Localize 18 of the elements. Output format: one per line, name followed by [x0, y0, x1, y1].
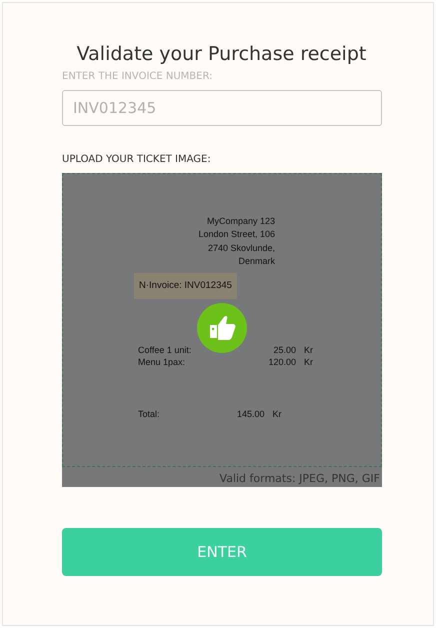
receipt-invoice-number: N·Invoice: INV012345 [134, 272, 237, 300]
upload-area[interactable]: MyCompany 123 London Street, 106 2740 Skovlunde, Denmark N·Invoice: INV012345 Coffee 1 unit: 25.00 Kr Menu 1pax: 120.00 Kr Total: 145.00 Kr Valid formats: JPEG, PNG, GIF [62, 172, 382, 487]
receipt-address: MyCompany 123 London Street, 106 2740 Skovlunde, Denmark [198, 214, 275, 268]
total-label: Total: [138, 408, 161, 421]
item-currency: Kr [303, 344, 314, 356]
form-title: Validate your Purchase receipt [76, 43, 368, 66]
item-name: Menu 1pax: [138, 356, 186, 368]
invoice-label: ENTER THE INVOICE NUMBER: [62, 70, 214, 84]
total-currency: Kr [272, 408, 282, 421]
upload-label: UPLOAD YOUR TICKET IMAGE: [62, 152, 212, 167]
item-name: Coffee 1 unit: [138, 344, 192, 356]
thumbs-up-icon [197, 302, 247, 353]
item-amount: 25.00 [272, 344, 296, 356]
formats-hint: Valid formats: JPEG, PNG, GIF [220, 472, 380, 485]
item-amount: 120.00 [267, 356, 296, 368]
total-amount: 145.00 [237, 408, 265, 421]
invoice-field[interactable]: INV012345 [62, 90, 382, 126]
item-currency: Kr [303, 356, 314, 368]
